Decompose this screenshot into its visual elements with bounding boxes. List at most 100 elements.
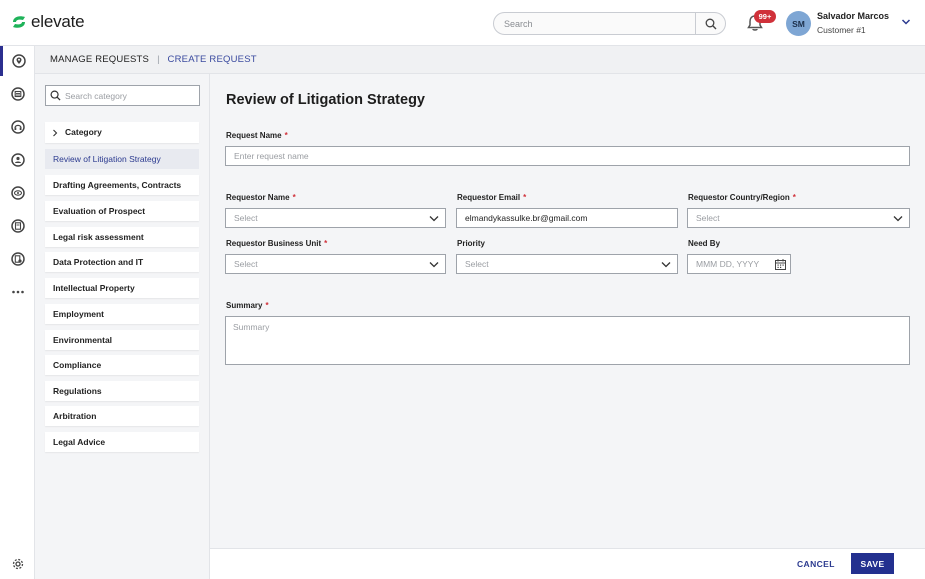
required-marker: * — [324, 239, 328, 248]
priority-label: Priority — [457, 239, 486, 248]
category-item[interactable]: Legal Advice — [45, 432, 199, 452]
rail-item-more[interactable] — [0, 277, 35, 307]
requestor-email-field — [456, 208, 678, 228]
category-item[interactable]: Arbitration — [45, 406, 199, 426]
breadcrumb-create-request: CREATE REQUEST — [167, 54, 257, 65]
calendar-icon[interactable] — [774, 258, 787, 271]
priority-select-value: Select — [465, 259, 489, 269]
chevron-down-icon — [429, 262, 439, 268]
requestor-name-label-text: Requestor Name — [226, 193, 290, 202]
category-search-input[interactable] — [65, 89, 195, 102]
chevron-down-icon — [429, 216, 439, 222]
request-form: Review of Litigation Strategy Request Na… — [210, 74, 925, 549]
rail-item-documents[interactable] — [0, 211, 35, 241]
category-header[interactable]: Category — [45, 122, 199, 143]
requestor-email-label: Requestor Email * — [457, 193, 526, 202]
chevron-down-icon — [893, 216, 903, 222]
elevate-logo-icon — [13, 16, 25, 28]
chevron-right-icon — [53, 129, 58, 137]
requestor-name-label: Requestor Name * — [226, 193, 296, 202]
category-item[interactable]: Environmental — [45, 330, 199, 350]
summary-label: Summary * — [226, 301, 269, 310]
view-icon — [10, 186, 25, 200]
rail-item-contacts[interactable] — [0, 145, 35, 175]
required-marker: * — [284, 131, 288, 140]
support-icon — [10, 120, 25, 134]
cancel-button[interactable]: CANCEL — [797, 559, 835, 569]
user-menu-chevron-down-icon[interactable] — [901, 18, 911, 26]
category-item[interactable]: Employment — [45, 304, 199, 324]
documents-icon — [10, 219, 25, 233]
search-button[interactable] — [695, 13, 725, 34]
location-icon — [12, 54, 26, 68]
user-avatar[interactable]: SM — [786, 11, 811, 36]
request-name-label: Request Name * — [226, 131, 288, 140]
request-name-label-text: Request Name — [226, 131, 282, 140]
summary-field — [225, 316, 910, 365]
user-name: Salvador Marcos — [817, 11, 890, 21]
save-button[interactable]: SAVE — [851, 553, 894, 574]
rail-item-support[interactable] — [0, 112, 35, 142]
requestor-email-label-text: Requestor Email — [457, 193, 521, 202]
search-icon — [50, 90, 61, 101]
category-header-label: Category — [65, 127, 102, 137]
page-title: Review of Litigation Strategy — [226, 92, 425, 108]
chevron-down-icon — [661, 262, 671, 268]
category-item[interactable]: Compliance — [45, 355, 199, 375]
form-footer: CANCEL SAVE — [210, 548, 925, 579]
requestor-name-select-value: Select — [234, 213, 258, 223]
settings-icon — [12, 558, 23, 570]
breadcrumb-manage-requests[interactable]: MANAGE REQUESTS — [50, 54, 149, 65]
breadcrumb: MANAGE REQUESTS | CREATE REQUEST — [35, 46, 925, 74]
notification-count-badge: 99+ — [754, 10, 776, 23]
brand-name: elevate — [31, 12, 85, 31]
requestor-name-select[interactable]: Select — [225, 208, 446, 228]
requestor-email-input[interactable] — [457, 209, 677, 227]
category-item[interactable]: Intellectual Property — [45, 278, 199, 298]
category-item[interactable]: Drafting Agreements, Contracts — [45, 175, 199, 195]
need-by-label: Need By — [688, 239, 721, 248]
summary-label-text: Summary — [226, 301, 263, 310]
brand-logo[interactable]: elevate — [10, 12, 85, 32]
rail-item-settings[interactable] — [0, 549, 35, 579]
required-marker: * — [792, 193, 796, 202]
requestor-country-label: Requestor Country/Region * — [688, 193, 796, 202]
business-unit-label: Requestor Business Unit * — [226, 239, 327, 248]
rail-item-location[interactable] — [0, 46, 35, 76]
category-item[interactable]: Evaluation of Prospect — [45, 201, 199, 221]
category-item[interactable]: Data Protection and IT — [45, 252, 199, 272]
priority-select[interactable]: Select — [456, 254, 678, 274]
category-item[interactable]: Regulations — [45, 381, 199, 401]
breadcrumb-separator: | — [157, 54, 160, 65]
search-icon — [705, 18, 716, 29]
requestor-country-label-text: Requestor Country/Region — [688, 193, 790, 202]
left-nav-rail — [0, 46, 35, 579]
rail-item-reports[interactable] — [0, 79, 35, 109]
category-panel: Category Review of Litigation Strategy D… — [35, 74, 210, 579]
required-marker: * — [265, 301, 269, 310]
billing-icon — [10, 252, 25, 266]
user-role: Customer #1 — [817, 25, 866, 35]
business-unit-select[interactable]: Select — [225, 254, 446, 274]
request-name-input[interactable] — [226, 147, 909, 165]
category-item[interactable]: Legal risk assessment — [45, 227, 199, 247]
category-item[interactable]: Review of Litigation Strategy — [45, 149, 199, 169]
request-name-field — [225, 146, 910, 166]
need-by-field — [687, 254, 791, 274]
business-unit-select-value: Select — [234, 259, 258, 269]
search-input[interactable] — [504, 16, 694, 31]
category-search — [45, 85, 200, 106]
business-unit-label-text: Requestor Business Unit — [226, 239, 322, 248]
requestor-country-select-value: Select — [696, 213, 720, 223]
global-search — [493, 12, 726, 35]
more-icon — [11, 290, 24, 294]
contacts-icon — [10, 153, 25, 167]
required-marker: * — [292, 193, 296, 202]
rail-item-billing[interactable] — [0, 244, 35, 274]
top-header: elevate 99+ SM Salvador Marcos Customer … — [0, 0, 925, 46]
rail-item-view[interactable] — [0, 178, 35, 208]
requestor-country-select[interactable]: Select — [687, 208, 910, 228]
reports-icon — [10, 87, 25, 101]
required-marker: * — [523, 193, 527, 202]
summary-textarea[interactable] — [226, 317, 909, 364]
